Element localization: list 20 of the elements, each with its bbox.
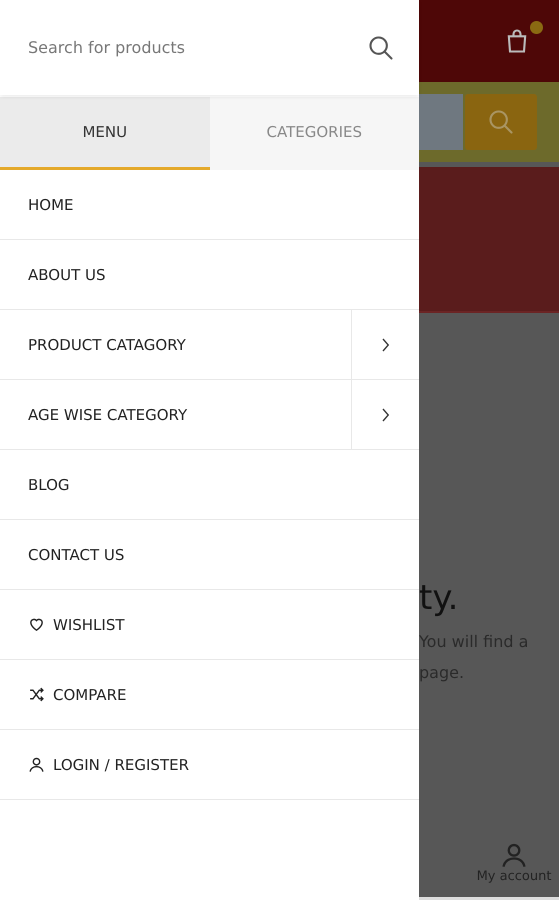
menu-item[interactable]: COMPARE (0, 660, 419, 729)
search-button[interactable] (367, 34, 395, 62)
heart-icon (28, 616, 45, 633)
menu-tab[interactable]: MENU (0, 97, 210, 170)
search-field[interactable] (419, 94, 463, 150)
search-icon (367, 34, 395, 62)
menu-item[interactable]: PRODUCT CATAGORY (0, 310, 351, 379)
search-field[interactable]: Search for products (28, 28, 367, 68)
search-icon (487, 108, 515, 136)
menu-item[interactable]: CONTACT US (0, 520, 419, 589)
menu-item[interactable]: AGE WISE CATEGORY (0, 380, 351, 449)
user-icon (28, 756, 45, 773)
menu-item[interactable]: LOGIN / REGISTER (0, 730, 419, 799)
page-heading: ty. (419, 578, 460, 618)
cart-badge (530, 21, 543, 34)
shuffle-icon (28, 686, 45, 703)
menu-item[interactable]: WISHLIST (0, 590, 419, 659)
menu-item[interactable]: ABOUT US (0, 240, 419, 309)
menu-item[interactable]: HOME (0, 170, 419, 239)
menu-item[interactable]: BLOG (0, 450, 419, 519)
